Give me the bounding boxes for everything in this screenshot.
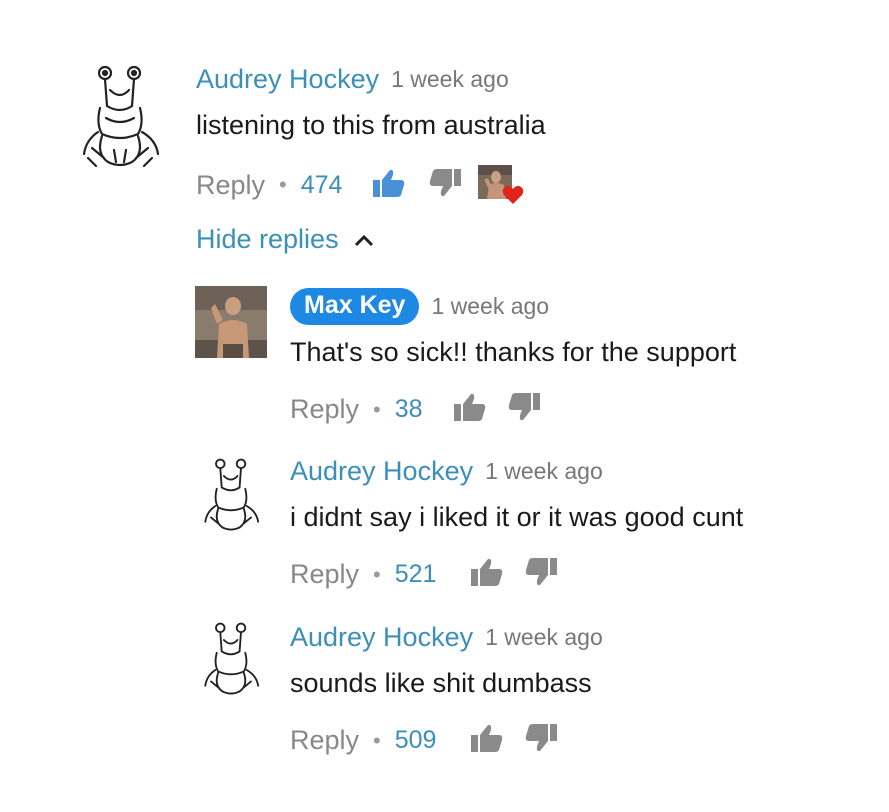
thumbs-up-icon[interactable]: [470, 723, 504, 758]
user-avatar[interactable]: [195, 286, 267, 358]
frog-avatar[interactable]: [200, 456, 262, 536]
comment-text: listening to this from australia: [196, 110, 546, 140]
comment-text: sounds like shit dumbass: [290, 668, 592, 698]
separator-dot: •: [279, 172, 287, 197]
thumbs-up-icon[interactable]: [372, 168, 406, 203]
thumbs-down-icon[interactable]: [524, 557, 558, 592]
creator-author-chip[interactable]: Max Key: [290, 288, 420, 325]
thumbs-up-icon[interactable]: [470, 557, 504, 592]
comment-header: Audrey Hockey 1 week ago: [290, 456, 603, 487]
thumbs-down-icon[interactable]: [524, 723, 558, 758]
timestamp[interactable]: 1 week ago: [485, 458, 603, 485]
separator-dot: •: [373, 727, 381, 753]
author-name[interactable]: Audrey Hockey: [290, 622, 473, 653]
like-count: 521: [394, 560, 437, 588]
creator-heart: [478, 165, 524, 205]
frog-avatar[interactable]: [78, 62, 162, 174]
thumbs-down-icon[interactable]: [507, 392, 541, 427]
reply-button[interactable]: Reply: [290, 559, 359, 590]
reply-button[interactable]: Reply: [290, 394, 359, 425]
chevron-up-icon: [354, 234, 373, 246]
author-name[interactable]: Audrey Hockey: [196, 64, 379, 95]
timestamp[interactable]: 1 week ago: [431, 293, 549, 320]
comment-actions: Reply • 38: [290, 392, 541, 427]
timestamp[interactable]: 1 week ago: [391, 66, 509, 93]
separator-dot: •: [373, 561, 381, 587]
thumbs-down-icon[interactable]: [428, 168, 462, 203]
reply-button[interactable]: Reply: [290, 725, 359, 756]
timestamp[interactable]: 1 week ago: [485, 624, 603, 651]
heart-icon: [503, 185, 524, 204]
frog-avatar[interactable]: [200, 620, 262, 700]
comment-actions: Reply • 509: [290, 723, 558, 758]
comment-actions: Reply • 521: [290, 557, 558, 592]
comment-text: i didnt say i liked it or it was good cu…: [290, 502, 744, 532]
hide-replies-label: Hide replies: [196, 224, 339, 254]
reply-button[interactable]: Reply: [196, 170, 265, 201]
comment-header: Audrey Hockey 1 week ago: [290, 622, 603, 653]
separator-dot: •: [373, 396, 381, 422]
comment-header: Audrey Hockey 1 week ago: [196, 64, 509, 95]
like-count: 38: [394, 395, 423, 423]
hide-replies-button[interactable]: Hide replies: [196, 224, 375, 255]
comment-text: That's so sick!! thanks for the support: [290, 337, 737, 367]
like-count: 509: [394, 726, 437, 754]
comment-header: Max Key 1 week ago: [290, 288, 549, 325]
author-name[interactable]: Audrey Hockey: [290, 456, 473, 487]
like-count: 474: [300, 170, 343, 199]
thumbs-up-icon[interactable]: [453, 392, 487, 427]
comment-actions: Reply • 474: [196, 165, 524, 205]
